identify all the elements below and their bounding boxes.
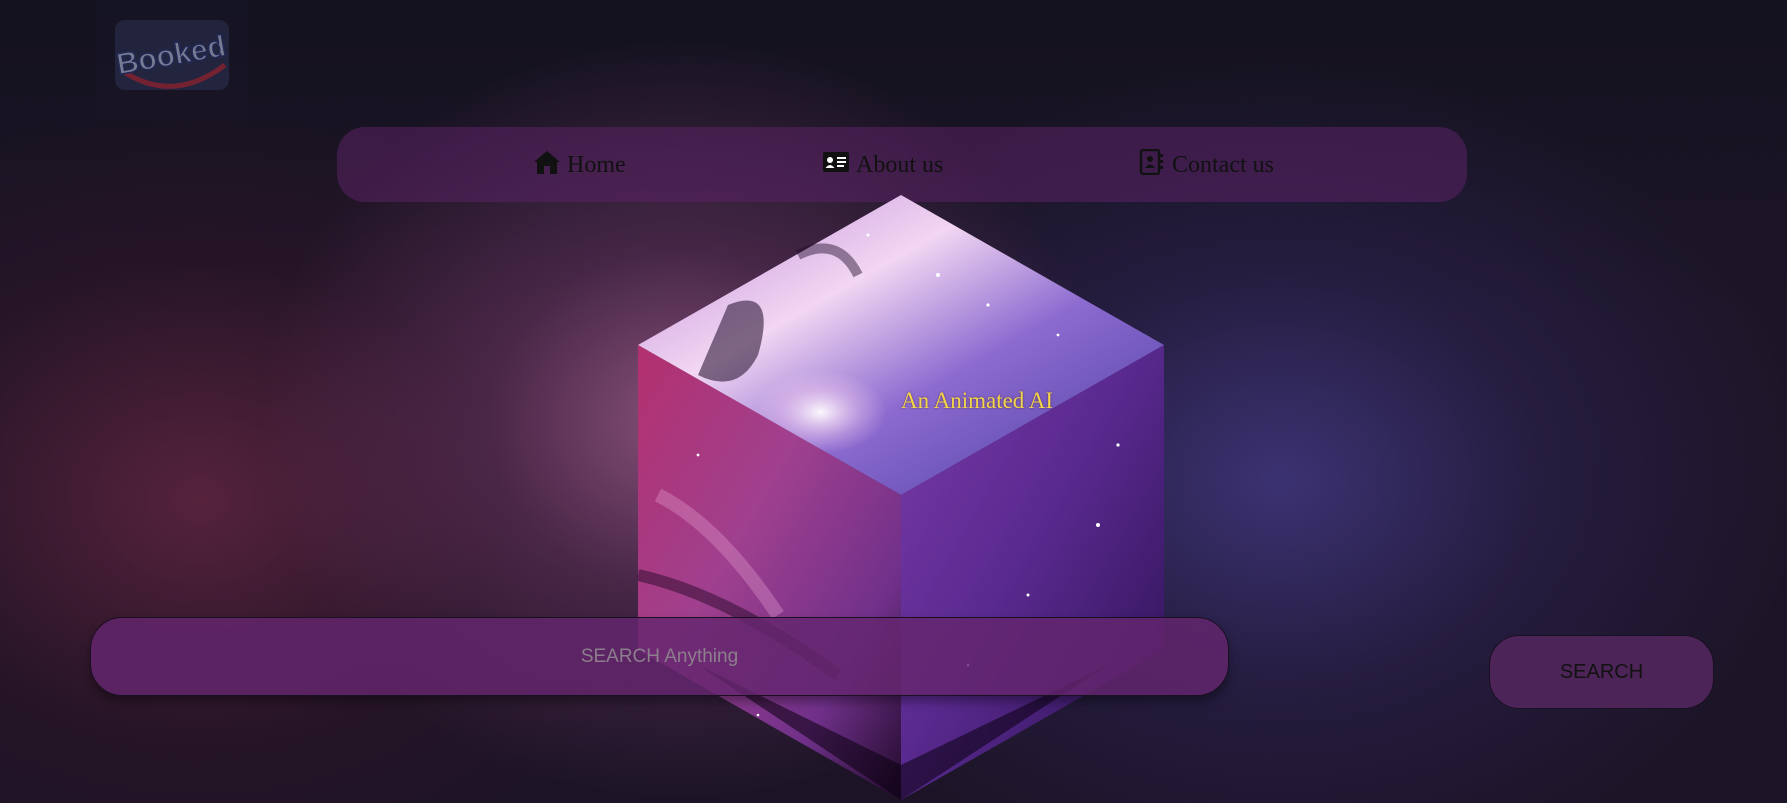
galaxy-cube: [636, 195, 1164, 800]
main-navbar: Home About us Contact us: [337, 127, 1467, 202]
nav-about-link[interactable]: About us: [822, 149, 943, 182]
nav-home-link[interactable]: Home: [533, 149, 626, 182]
nav-home-label: Home: [567, 152, 626, 178]
site-logo[interactable]: Booked: [96, 0, 248, 120]
nav-contact-link[interactable]: Contact us: [1138, 148, 1274, 182]
nav-contact-label: Contact us: [1172, 152, 1274, 178]
booked-logo-icon: Booked: [113, 20, 229, 90]
search-input[interactable]: [90, 617, 1229, 696]
search-button[interactable]: SEARCH: [1489, 635, 1714, 709]
home-icon: [533, 149, 561, 182]
nav-about-label: About us: [856, 152, 944, 178]
contact-book-icon: [1138, 148, 1166, 182]
id-card-icon: [822, 149, 850, 182]
hero-caption: An Animated AI: [901, 388, 1054, 413]
